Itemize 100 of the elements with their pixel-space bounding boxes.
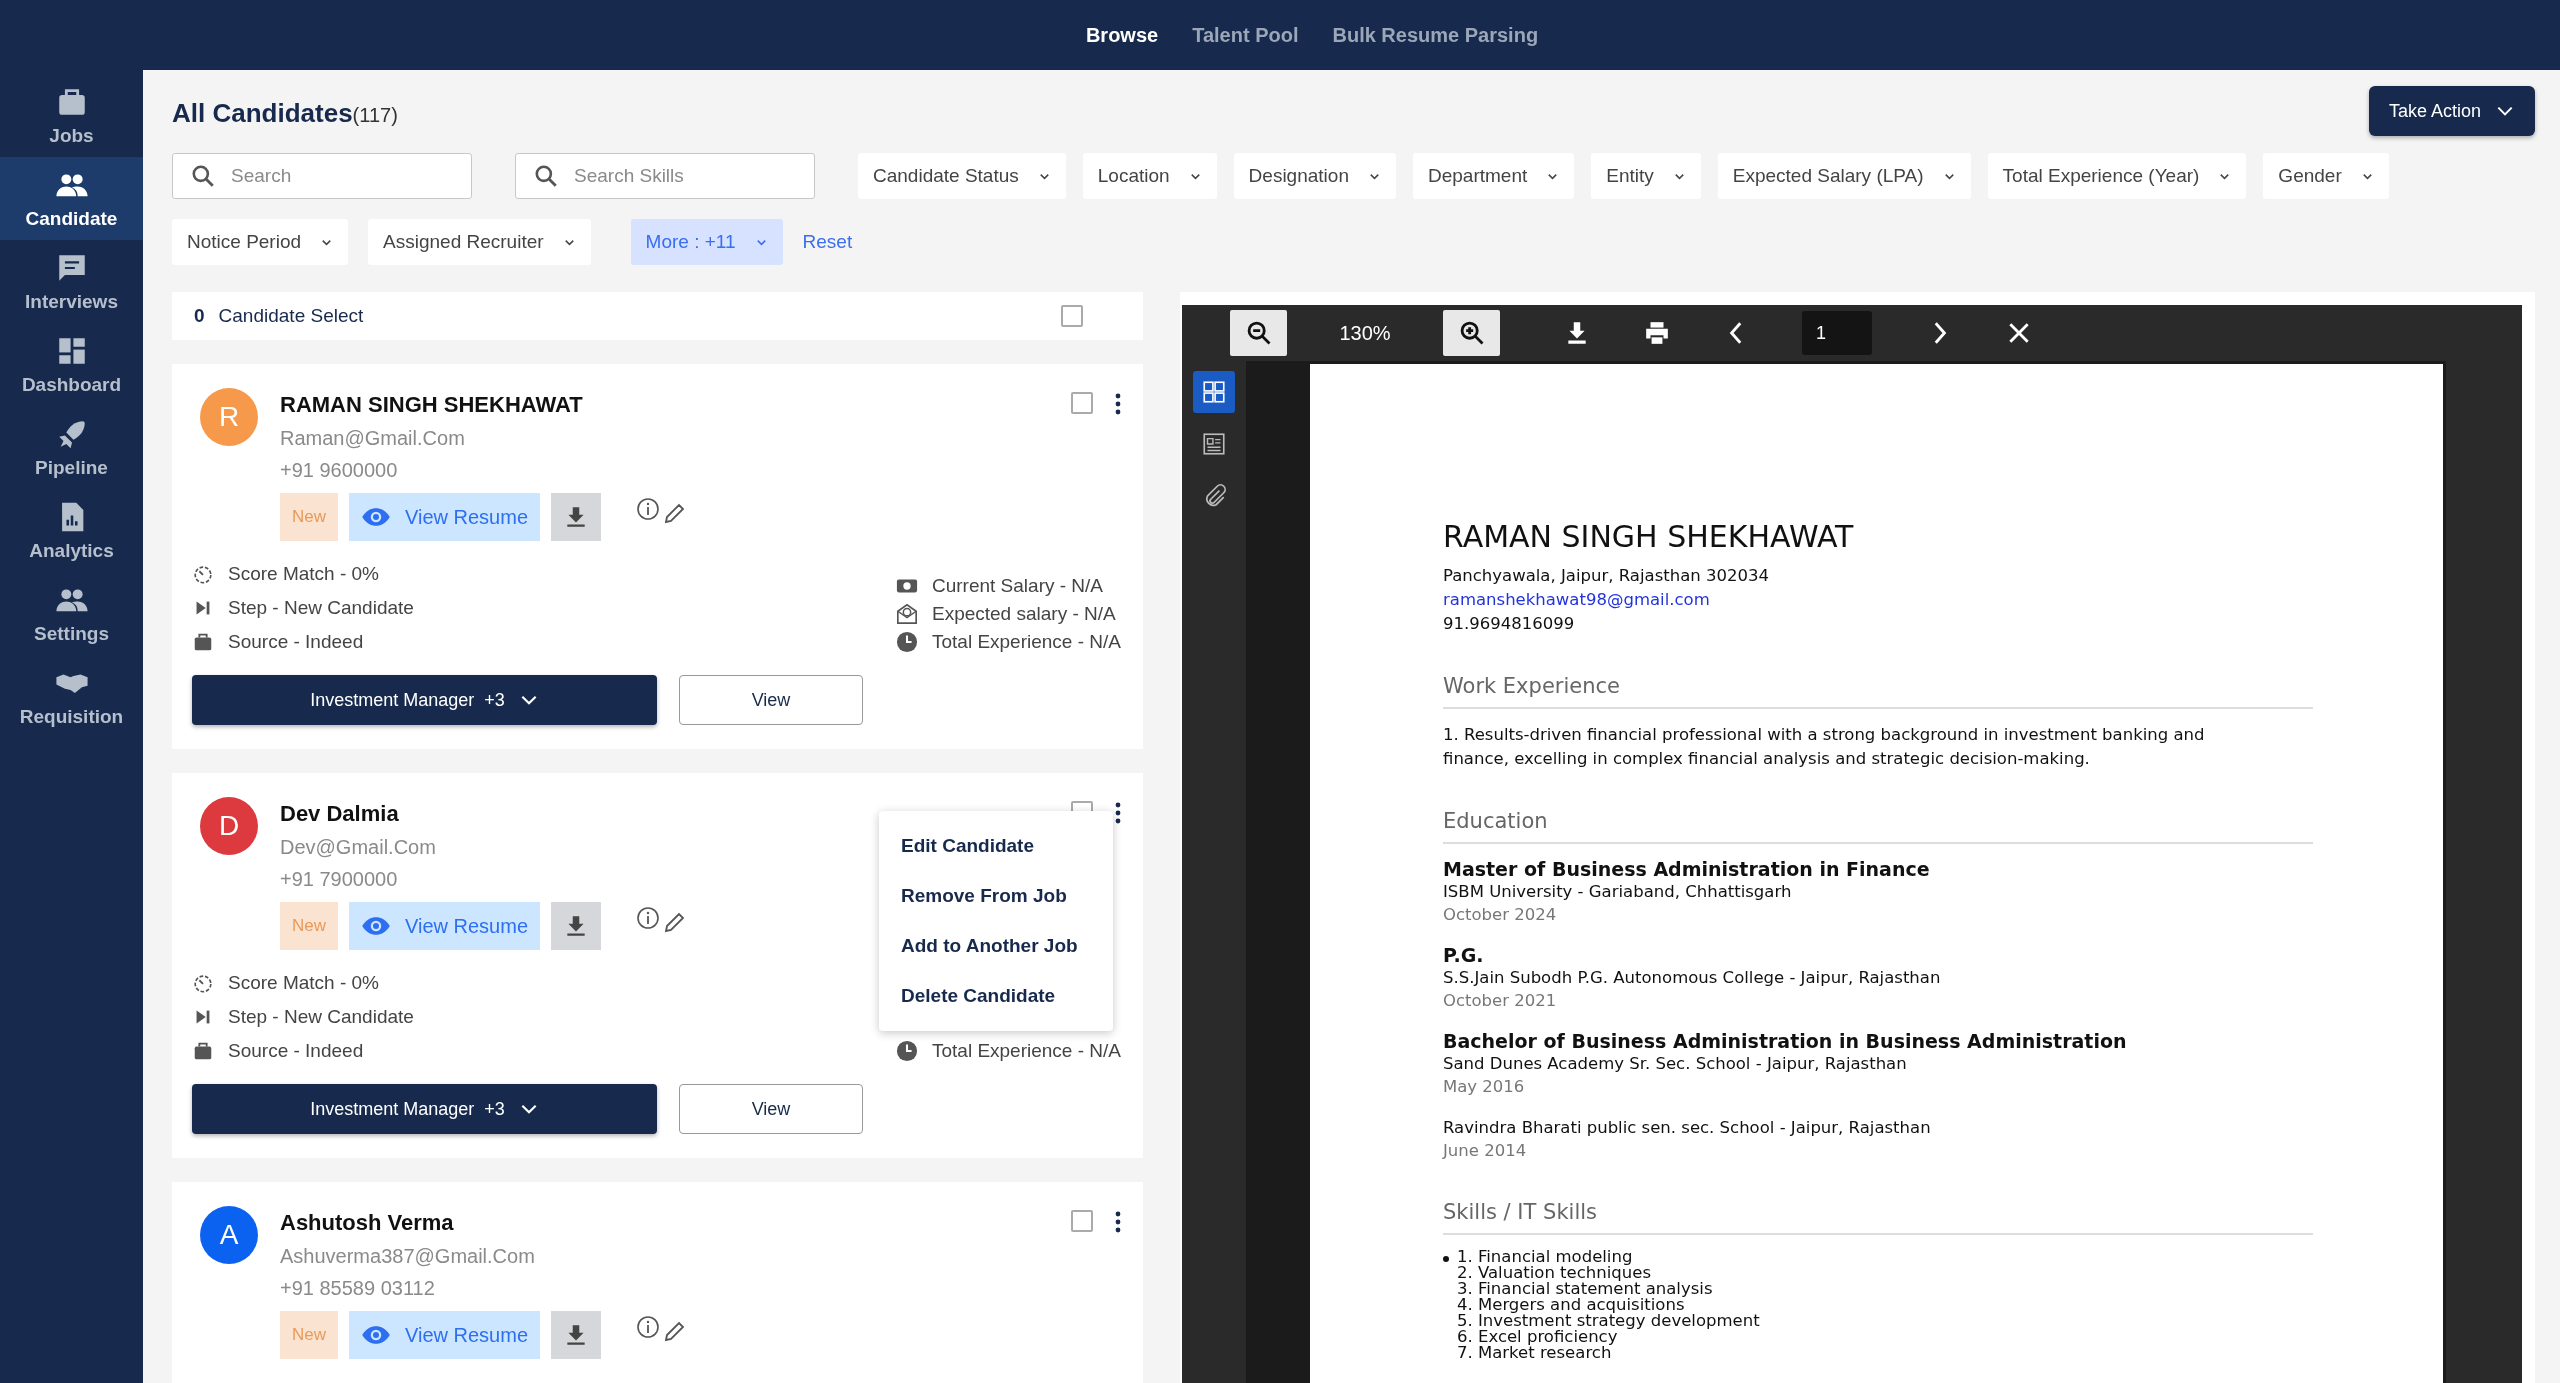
stat-text: Total Experience - N/A: [931, 631, 1121, 653]
section-heading: Skills / IT Skills: [1443, 1200, 2313, 1235]
resume-name: RAMAN SINGH SHEKHAWAT: [1443, 519, 1855, 554]
sidebar-label: Dashboard: [21, 373, 122, 396]
candidate-phone: +91 7900000: [280, 868, 398, 891]
sidebar-item[interactable]: Interviews: [0, 240, 143, 323]
stat-text: Step - New Candidate: [228, 1006, 414, 1028]
view-button[interactable]: View: [679, 675, 863, 725]
sidebar-label: Interviews: [25, 290, 118, 313]
sidebar-tab[interactable]: [1193, 371, 1235, 413]
avatar: R: [200, 388, 258, 446]
nav-tab[interactable]: Bulk Resume Parsing: [1332, 23, 1539, 47]
info-icon[interactable]: [636, 1315, 661, 1339]
candidate-name: Ashutosh Verma: [280, 1210, 454, 1236]
skill-item: 3. Financial statement analysis: [1457, 1281, 1714, 1297]
resume-phone: 91.9694816099: [1443, 613, 1576, 635]
view-resume-button[interactable]: View Resume: [349, 1311, 541, 1359]
status-badge: New: [280, 493, 338, 541]
selected-count: 0: [194, 305, 205, 327]
skill-item: 4. Mergers and acquisitions: [1457, 1297, 1685, 1313]
filter-dropdown[interactable]: Total Experience (Year): [1987, 153, 2247, 199]
sidebar-item[interactable]: Jobs: [0, 74, 143, 157]
download-button[interactable]: [551, 493, 602, 541]
sidebar-item[interactable]: Settings: [0, 572, 143, 655]
filter-dropdown[interactable]: Gender: [2263, 153, 2389, 199]
sidebar-label: Jobs: [49, 124, 94, 147]
stat-text: Total Experience - N/A: [931, 1040, 1121, 1062]
filter-dropdown[interactable]: Designation: [1233, 153, 1396, 199]
nav-tab[interactable]: Browse: [1085, 23, 1159, 47]
filter-dropdown[interactable]: Location: [1082, 153, 1217, 199]
bullet-mark: [1443, 1256, 1449, 1262]
reset-link[interactable]: Reset: [802, 231, 853, 253]
status-badge: New: [280, 902, 338, 950]
stat-text: Score Match - 0%: [228, 563, 379, 585]
clock-icon: [895, 1040, 918, 1062]
job-dropdown-button[interactable]: Investment Manager +3: [192, 675, 657, 725]
sidebar-item[interactable]: Analytics: [0, 489, 143, 572]
view-button[interactable]: View: [679, 1084, 863, 1134]
print-icon[interactable]: [1644, 320, 1670, 346]
resume-email-link[interactable]: ramanshekhawat98@gmail.com: [1443, 588, 2443, 612]
checkbox[interactable]: [1071, 392, 1093, 414]
page-number-field[interactable]: 1: [1802, 311, 1872, 355]
menu-item[interactable]: Edit Candidate: [879, 821, 1113, 871]
section-paragraph: 1. Results-driven financial professional with a strong background in investment banking and finance, excelling in complex financial analysis and strategic decision-making.: [1443, 724, 2206, 770]
entry-date: October 2021: [1443, 990, 1558, 1012]
filter-dropdown[interactable]: Department: [1412, 153, 1575, 199]
filter-dropdown[interactable]: Expected Salary (LPA): [1717, 153, 1971, 199]
search-icon: [190, 163, 216, 189]
download-button[interactable]: [551, 1311, 602, 1359]
zoom-in-button[interactable]: [1443, 310, 1500, 356]
stat-text: Source - Indeed: [228, 1040, 364, 1062]
candidate-phone: +91 85589 03112: [280, 1277, 435, 1300]
sidebar-label: Analytics: [29, 539, 114, 562]
checkbox[interactable]: [1071, 1210, 1093, 1232]
sidebar-item[interactable]: Pipeline: [0, 406, 143, 489]
sidebar-item[interactable]: Dashboard: [0, 323, 143, 406]
nav-tab[interactable]: Talent Pool: [1192, 23, 1299, 47]
sidebar-item[interactable]: Candidate: [0, 157, 143, 240]
stat-text: Score Match - 0%: [228, 972, 379, 994]
sidebar-item[interactable]: Requisition: [0, 655, 143, 738]
filter-dropdown[interactable]: Entity: [1591, 153, 1701, 199]
search-field[interactable]: Search: [172, 153, 472, 199]
clock-icon: [895, 631, 918, 653]
more-icon[interactable]: [1115, 1210, 1121, 1234]
view-resume-button[interactable]: View Resume: [349, 493, 541, 541]
grid-icon: [1201, 379, 1227, 405]
filter-dropdown[interactable]: Assigned Recruiter: [368, 219, 591, 265]
info-icon[interactable]: [636, 497, 661, 521]
sidebar-label: Candidate: [25, 207, 118, 230]
status-badge: New: [280, 1311, 338, 1359]
filter-dropdown[interactable]: Notice Period: [172, 219, 349, 265]
sidebar-label: Pipeline: [35, 456, 108, 479]
view-resume-button[interactable]: View Resume: [349, 902, 541, 950]
skill-item: 2. Valuation techniques: [1457, 1265, 1652, 1281]
menu-item[interactable]: Add to Another Job: [879, 921, 1113, 971]
skill-item: 1. Financial modeling: [1457, 1249, 1634, 1265]
skills-search-field[interactable]: Search Skills: [515, 153, 815, 199]
sidebar-label: Requisition: [19, 705, 124, 728]
take-action-button[interactable]: Take Action: [2368, 86, 2535, 136]
checkbox[interactable]: [1061, 305, 1083, 327]
info-icon[interactable]: [636, 906, 661, 930]
avatar: D: [200, 797, 258, 855]
gauge-icon: [192, 972, 214, 994]
candidate-email: Dev@Gmail.Com: [280, 836, 436, 859]
zoom-out-button[interactable]: [1230, 310, 1287, 356]
entry-date: October 2024: [1443, 904, 1558, 926]
candidate-phone: +91 9600000: [280, 459, 398, 482]
more-icon[interactable]: [1115, 392, 1121, 416]
candidate-name: Dev Dalmia: [280, 801, 399, 827]
menu-item[interactable]: Delete Candidate: [879, 971, 1113, 1021]
envelope-icon: [895, 603, 918, 625]
section-heading: Education: [1443, 809, 2313, 844]
sidebar-label: Settings: [34, 622, 109, 645]
download-button[interactable]: [551, 902, 602, 950]
zoom-level: 130%: [1338, 321, 1392, 345]
filter-dropdown[interactable]: Candidate Status: [858, 153, 1066, 199]
job-dropdown-button[interactable]: Investment Manager +3: [192, 1084, 657, 1134]
menu-item[interactable]: Remove From Job: [879, 871, 1113, 921]
search-icon: [533, 163, 559, 189]
more-icon[interactable]: [1115, 801, 1121, 825]
